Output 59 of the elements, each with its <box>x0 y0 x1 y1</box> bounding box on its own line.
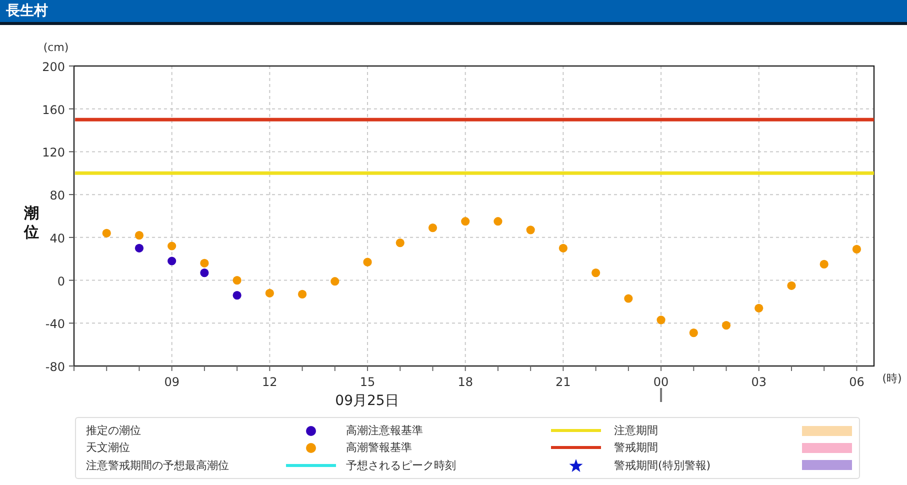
y-tick-label: 200 <box>42 60 65 74</box>
date-label: 09月25日 <box>335 393 399 409</box>
y-tick-label: 40 <box>50 231 65 246</box>
legend-label: 高潮警報基準 <box>346 440 413 456</box>
legend-label: 警戒期間 <box>614 440 659 456</box>
data-point <box>428 223 438 232</box>
data-point <box>168 242 176 250</box>
x-tick-label: 00 <box>653 375 669 389</box>
x-tick-label: 06 <box>849 375 864 389</box>
y-tick-label: 80 <box>50 188 65 203</box>
data-point <box>363 258 372 266</box>
x-tick-label: 18 <box>458 375 473 389</box>
legend-label: 推定の潮位 <box>86 423 142 438</box>
data-point <box>526 226 535 234</box>
data-point <box>298 290 307 299</box>
legend-label: 警戒期間(特別警報) <box>614 458 712 473</box>
x-unit: (時) <box>882 372 902 385</box>
y-tick-label: -80 <box>45 360 65 374</box>
y-unit: (cm) <box>43 41 69 54</box>
data-point <box>168 256 176 266</box>
data-point <box>265 288 274 298</box>
data-point <box>232 290 242 300</box>
date-marker <box>660 388 662 402</box>
data-point <box>592 268 600 278</box>
page-title: 長生村 <box>6 2 48 20</box>
data-point <box>624 294 633 303</box>
data-point <box>232 276 242 285</box>
y-tick-label: -40 <box>45 317 65 332</box>
data-point <box>722 320 731 330</box>
y-tick-label: 0 <box>57 274 65 288</box>
x-tick-label: 15 <box>360 375 376 389</box>
y-tick-label: 120 <box>42 146 65 160</box>
data-point <box>134 244 144 252</box>
data-point <box>330 277 340 286</box>
data-point <box>461 217 470 226</box>
data-point <box>200 258 209 268</box>
y-tick-label: 160 <box>42 102 65 117</box>
legend-label: 予想されるピーク時刻 <box>346 458 457 473</box>
data-point <box>558 244 568 252</box>
data-point <box>820 260 828 269</box>
data-point <box>200 268 209 278</box>
data-point <box>754 304 764 312</box>
legend-label: 注意警戒期間の予想最高潮位 <box>86 458 230 473</box>
data-point <box>494 217 502 226</box>
data-point <box>689 328 698 338</box>
legend-label: 高潮注意報基準 <box>346 423 424 438</box>
x-tick-label: 09 <box>164 375 180 389</box>
axis-title: 潮位 <box>24 204 39 241</box>
data-point <box>787 281 796 290</box>
x-tick-label: 03 <box>751 375 767 389</box>
legend-label: 天文潮位 <box>86 440 131 456</box>
data-point <box>134 230 144 240</box>
x-tick-label: 12 <box>262 375 278 389</box>
legend-label: 注意期間 <box>614 423 659 438</box>
x-tick-label: 21 <box>556 375 571 389</box>
data-point <box>656 316 666 324</box>
data-point <box>396 238 404 248</box>
data-point <box>852 244 862 254</box>
data-point <box>102 228 111 238</box>
